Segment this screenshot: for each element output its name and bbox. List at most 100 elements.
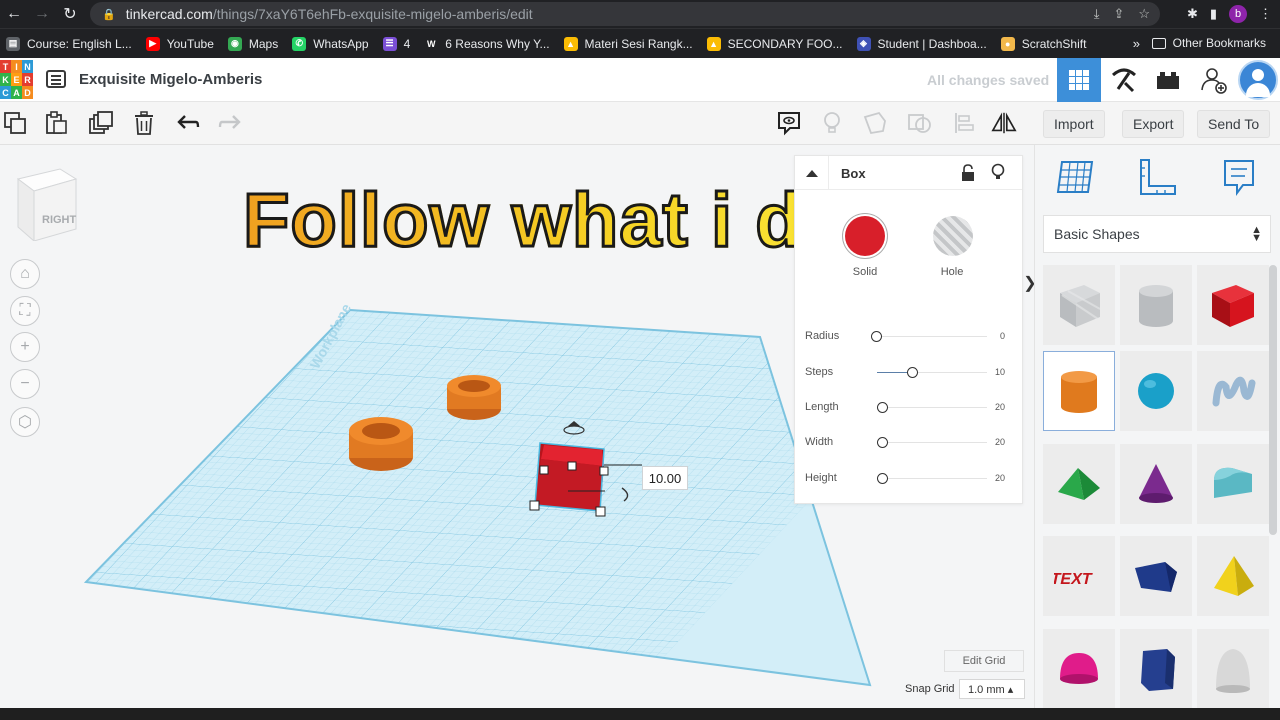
ruler-tab[interactable] xyxy=(1135,157,1179,197)
paste-icon[interactable] xyxy=(43,110,69,136)
param-height[interactable]: Height 20 xyxy=(805,468,1015,488)
bricks-view-button[interactable] xyxy=(1146,58,1190,102)
perspective-icon[interactable]: ⬡ xyxy=(10,407,40,437)
slider-knob[interactable] xyxy=(871,331,882,342)
shape-tile-round-roof[interactable] xyxy=(1197,444,1269,524)
bookmark-7[interactable]: ▲ SECONDARY FOO... xyxy=(706,36,843,51)
workplane-tab[interactable] xyxy=(1053,157,1097,197)
redo-icon[interactable] xyxy=(217,110,243,136)
shape-tile-box-hole[interactable] xyxy=(1043,265,1115,345)
bookmark-1[interactable]: ▶ YouTube xyxy=(145,36,214,51)
snap-grid-select[interactable]: 1.0 mm ▴ xyxy=(959,679,1025,699)
slider-knob[interactable] xyxy=(876,473,888,484)
param-value[interactable]: 20 xyxy=(995,473,1005,483)
shape-tile-paraboloid[interactable] xyxy=(1197,629,1269,709)
profile-avatar[interactable]: b xyxy=(1229,5,1247,23)
bookmarks-overflow[interactable]: » xyxy=(1133,36,1140,51)
bookmark-0[interactable]: ▤ Course: English L... xyxy=(6,36,132,51)
send-to-button[interactable]: Send To xyxy=(1197,110,1271,138)
unlock-icon[interactable] xyxy=(961,164,975,182)
shape-tile-polygon[interactable] xyxy=(1120,629,1192,709)
bookmark-3[interactable]: ✆ WhatsApp xyxy=(292,36,369,51)
param-width[interactable]: Width 20 xyxy=(805,432,1015,452)
forward-button[interactable]: → xyxy=(28,0,56,28)
notes-tab[interactable] xyxy=(1217,157,1261,197)
blocks-view-button[interactable] xyxy=(1102,58,1146,102)
tube-shape-1[interactable] xyxy=(349,417,413,471)
user-avatar[interactable] xyxy=(1238,60,1278,100)
tube-shape-2[interactable] xyxy=(447,375,501,420)
param-value[interactable]: 20 xyxy=(995,402,1005,412)
lightbulb-icon[interactable] xyxy=(819,110,845,136)
zoom-out-icon[interactable]: − xyxy=(10,369,40,399)
slider-knob[interactable] xyxy=(907,367,919,378)
edit-grid-button[interactable]: Edit Grid xyxy=(944,650,1024,672)
extensions-icon[interactable]: ✱ xyxy=(1187,6,1198,22)
param-radius[interactable]: Radius 0 xyxy=(805,326,1015,346)
param-value[interactable]: 20 xyxy=(995,437,1005,447)
tinkercad-logo[interactable]: TIN KER CAD xyxy=(0,60,34,100)
lightbulb-icon[interactable] xyxy=(991,163,1005,181)
bookmark-8[interactable]: ◈ Student | Dashboa... xyxy=(856,36,987,51)
bookmark-2[interactable]: ◉ Maps xyxy=(227,36,278,51)
slider-knob[interactable] xyxy=(876,402,888,413)
shape-tile-text[interactable]: TEXT xyxy=(1043,536,1115,616)
fit-view-icon[interactable]: ⛶ xyxy=(10,296,40,326)
share-icon[interactable]: ⇪ xyxy=(1113,6,1124,22)
install-icon[interactable]: ⤓ xyxy=(1094,6,1100,22)
param-value[interactable]: 10 xyxy=(995,367,1005,377)
shape-tile-pyramid[interactable] xyxy=(1197,536,1269,616)
group-icon[interactable] xyxy=(863,110,889,136)
solid-color-swatch[interactable] xyxy=(845,216,885,256)
zoom-in-icon[interactable]: + xyxy=(10,332,40,362)
mirror-icon[interactable] xyxy=(991,110,1017,136)
shape-tile-half-sphere[interactable] xyxy=(1043,629,1115,709)
star-icon[interactable]: ☆ xyxy=(1138,6,1150,22)
shape-tile-sphere[interactable] xyxy=(1120,351,1192,431)
param-value[interactable]: 0 xyxy=(1000,331,1005,341)
sidepanel-icon[interactable]: ▮ xyxy=(1210,6,1217,22)
bookmark-6[interactable]: ▲ Materi Sesi Rangk... xyxy=(563,36,693,51)
shape-category-select[interactable]: Basic Shapes ▲ ▼ xyxy=(1043,215,1271,253)
3d-view-button[interactable] xyxy=(1057,58,1101,102)
other-bookmarks[interactable]: Other Bookmarks xyxy=(1151,36,1266,50)
shape-tile-cylinder[interactable] xyxy=(1043,351,1115,431)
panel-scrollbar[interactable] xyxy=(1269,265,1277,535)
address-bar[interactable]: 🔒 tinkercad.com /things/7xaY6T6ehFb-exqu… xyxy=(90,2,1160,26)
bookmark-9[interactable]: ● ScratchShift xyxy=(1000,36,1086,51)
slider-track[interactable] xyxy=(877,336,987,337)
add-user-button[interactable] xyxy=(1192,58,1236,102)
reload-button[interactable]: ↻ xyxy=(56,0,84,28)
bookmark-4[interactable]: ☰ 4 xyxy=(382,36,410,51)
import-button[interactable]: Import xyxy=(1043,110,1105,138)
design-title[interactable]: Exquisite Migelo-Amberis xyxy=(79,71,262,88)
hole-swatch[interactable] xyxy=(933,216,973,256)
back-button[interactable]: ← xyxy=(0,0,28,28)
collapse-button[interactable] xyxy=(795,156,829,190)
copy-icon[interactable] xyxy=(2,110,28,136)
design-menu-icon[interactable] xyxy=(46,70,66,88)
export-button[interactable]: Export xyxy=(1122,110,1185,138)
param-length[interactable]: Length 20 xyxy=(805,397,1015,417)
shape-tile-cylinder-hole[interactable] xyxy=(1120,265,1192,345)
align-icon[interactable] xyxy=(951,110,977,136)
shape-tile-box[interactable] xyxy=(1197,265,1269,345)
undo-icon[interactable] xyxy=(175,110,201,136)
trash-icon[interactable] xyxy=(131,110,157,136)
shape-tile-roof[interactable] xyxy=(1043,444,1115,524)
ungroup-icon[interactable] xyxy=(907,110,933,136)
slider-track[interactable] xyxy=(877,442,987,443)
slider-track[interactable] xyxy=(877,407,987,408)
slider-track[interactable] xyxy=(877,478,987,479)
slider-knob[interactable] xyxy=(876,437,888,448)
dimension-input[interactable]: 10.00 xyxy=(642,466,688,490)
param-steps[interactable]: Steps 10 xyxy=(805,362,1015,382)
duplicate-icon[interactable] xyxy=(88,110,114,136)
notes-icon[interactable] xyxy=(776,110,802,136)
bookmark-5[interactable]: W 6 Reasons Why Y... xyxy=(424,36,550,51)
shape-tile-wedge[interactable] xyxy=(1120,536,1192,616)
view-cube[interactable]: RIGHT xyxy=(16,165,80,246)
kebab-menu-icon[interactable]: ⋮ xyxy=(1259,6,1272,22)
shape-tile-scribble[interactable] xyxy=(1197,351,1269,431)
shape-tile-cone[interactable] xyxy=(1120,444,1192,524)
